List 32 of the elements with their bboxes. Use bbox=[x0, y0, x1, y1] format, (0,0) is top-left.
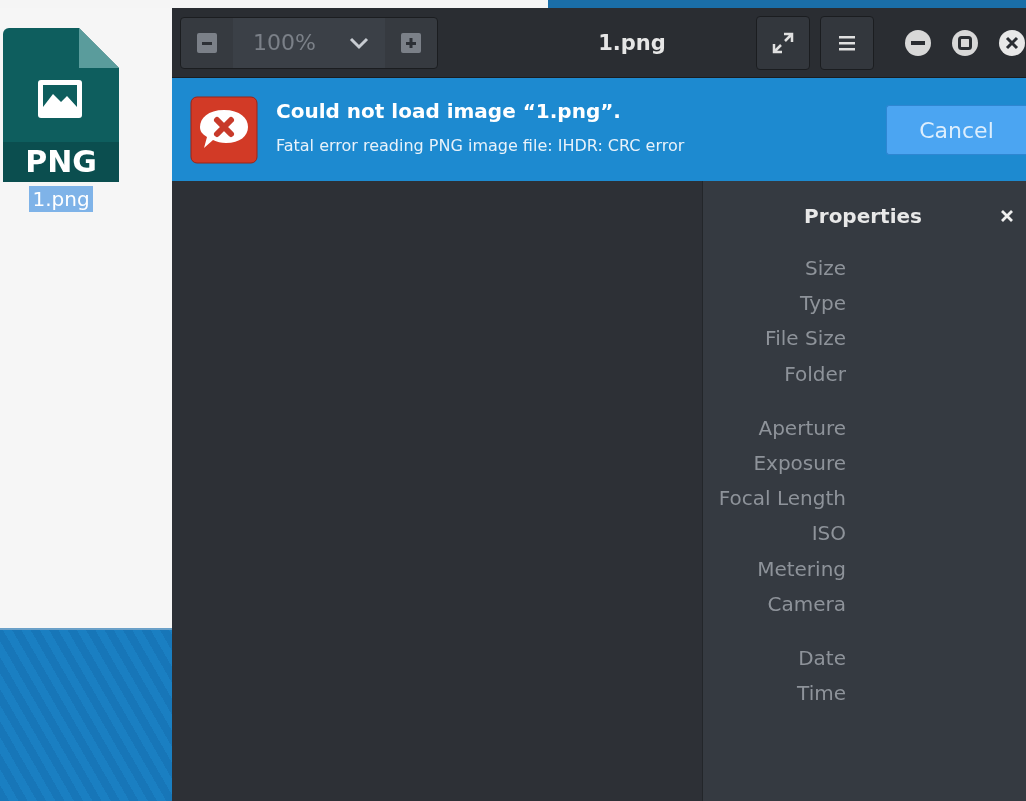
property-label: ISO bbox=[810, 520, 846, 548]
property-label: Size bbox=[803, 255, 846, 282]
zoom-level-dropdown[interactable]: 100% bbox=[233, 17, 385, 68]
property-label: Exposure bbox=[752, 450, 846, 477]
error-icon bbox=[190, 96, 258, 164]
panel-close-button[interactable] bbox=[1000, 209, 1014, 223]
expand-icon bbox=[772, 31, 794, 54]
property-label: Type bbox=[799, 290, 846, 318]
property-label: Time bbox=[796, 680, 846, 708]
fullscreen-button[interactable] bbox=[756, 15, 810, 70]
cancel-button[interactable]: Cancel bbox=[886, 105, 1026, 155]
property-label: Camera bbox=[766, 590, 846, 618]
minimize-icon bbox=[904, 28, 932, 57]
close-icon bbox=[1000, 209, 1014, 223]
property-label: Metering bbox=[756, 555, 846, 583]
property-label: Aperture bbox=[757, 414, 846, 442]
file-type-label: PNG bbox=[24, 143, 98, 181]
window-title: 1.png bbox=[597, 30, 667, 55]
minus-icon bbox=[197, 32, 217, 53]
file-icon[interactable] bbox=[3, 28, 119, 182]
error-message: Fatal error reading PNG image file: IHDR: CRC error bbox=[276, 136, 686, 155]
property-label: Folder bbox=[783, 360, 846, 388]
plus-icon bbox=[401, 32, 421, 53]
menu-icon bbox=[839, 33, 855, 52]
panel-title: Properties bbox=[803, 204, 923, 228]
maximize-icon bbox=[951, 28, 979, 57]
property-label: Focal Length bbox=[717, 485, 846, 513]
file-name-label[interactable]: 1.png bbox=[29, 186, 93, 212]
menu-button[interactable] bbox=[820, 15, 874, 70]
property-label: Date bbox=[797, 645, 846, 673]
error-title: Could not load image “1.png”. bbox=[276, 98, 622, 124]
property-label: File Size bbox=[764, 325, 846, 353]
